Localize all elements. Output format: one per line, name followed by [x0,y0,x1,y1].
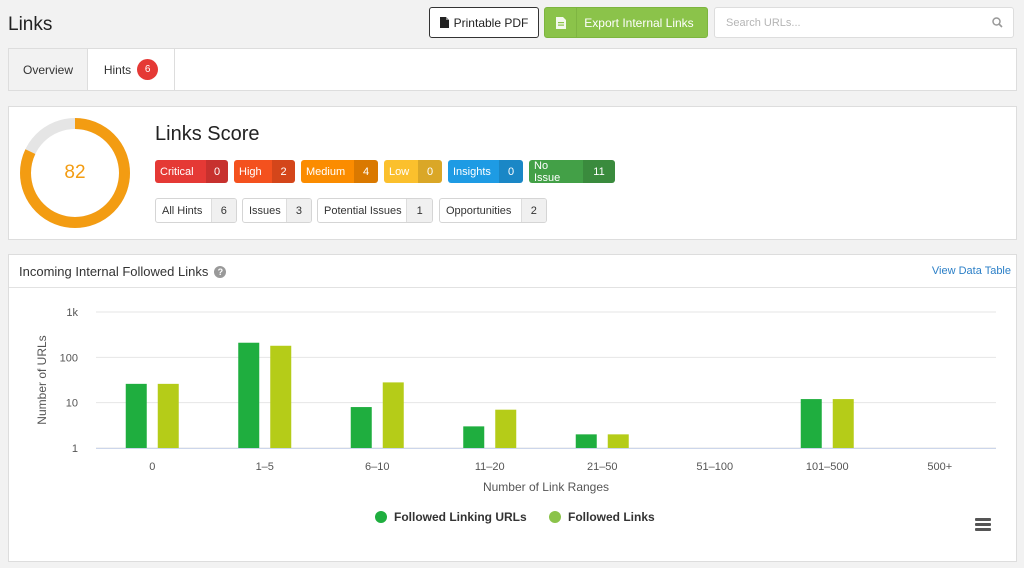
severity-label: High [239,165,262,178]
y-tick-label: 10 [66,398,78,410]
page-title: Links [8,14,53,35]
severity-count: 2 [272,160,295,183]
x-tick-label: 6–10 [365,461,389,473]
chart-bar [382,382,404,448]
chart-menu-icon[interactable] [975,518,991,531]
chart-bar [832,399,854,448]
y-tick-label: 100 [60,352,78,364]
hints-count-badge: 6 [137,59,159,80]
potential-issues-filter[interactable]: Potential Issues 1 [317,198,433,223]
severity-label: Critical [160,165,194,178]
x-tick-label: 11–20 [475,461,505,473]
search-input[interactable] [715,8,985,37]
severity-low-badge[interactable]: Low 0 [384,160,442,183]
severity-count: 11 [583,160,615,183]
chart-bar [800,399,822,448]
all-hints-filter[interactable]: All Hints 6 [155,198,237,223]
tab-hints[interactable]: Hints 6 [88,49,175,90]
x-tick-label: 0 [149,461,155,473]
links-bar-chart: 1 10 100 1k 0 1–5 6–10 11–20 21–50 51–100 101–500 5… [35,307,996,524]
hint-type-count: 2 [520,199,546,222]
incoming-links-chart-card: Incoming Internal Followed Links ? View … [8,254,1017,562]
chart-bar [607,434,629,448]
links-score-card: 82 Links Score Critical 0 High 2 Medium … [8,106,1017,240]
severity-high-badge[interactable]: High 2 [234,160,295,183]
chart-bar [238,342,260,448]
export-internal-links-button[interactable]: Export Internal Links [544,7,708,38]
chart-bar [125,383,147,448]
hint-type-label: All Hints [162,204,203,217]
y-tick-label: 1k [66,307,78,319]
help-icon[interactable]: ? [214,265,227,278]
chart-bar [575,434,597,448]
x-tick-label: 21–50 [587,461,618,473]
legend-label: Followed Linking URLs [394,510,527,524]
hint-type-count: 3 [285,199,311,222]
hint-type-count: 6 [210,199,236,222]
severity-no-issue-badge[interactable]: No Issue 11 [529,160,615,183]
chart-bar [350,407,372,448]
chart-title: Incoming Internal Followed Links ? [19,264,227,279]
severity-critical-badge[interactable]: Critical 0 [155,160,228,183]
chart-bar [463,426,485,448]
severity-count: 0 [206,160,228,183]
y-axis-title: Number of URLs [35,335,49,424]
x-tick-label: 1–5 [256,461,274,473]
severity-count: 4 [354,160,378,183]
score-value: 82 [64,162,86,183]
file-icon [439,17,449,28]
score-title: Links Score [155,123,260,145]
chart-header: Incoming Internal Followed Links ? View … [9,255,1016,288]
y-tick-label: 1 [72,443,78,455]
tab-overview[interactable]: Overview [9,49,88,90]
opportunities-filter[interactable]: Opportunities 2 [439,198,547,223]
severity-count: 0 [499,160,523,183]
tab-overview-label: Overview [22,62,73,77]
tab-bar: Overview Hints 6 [8,48,1017,91]
search-icon[interactable] [992,17,1003,28]
hint-type-count: 1 [406,199,432,222]
chart-bar [157,383,179,448]
legend-marker [549,511,561,523]
severity-medium-badge[interactable]: Medium 4 [301,160,378,183]
severity-label: Low [389,165,410,178]
export-internal-links-label: Export Internal Links [584,15,694,30]
spreadsheet-icon [555,16,566,29]
legend-marker [375,511,387,523]
x-tick-label: 51–100 [696,461,733,473]
x-axis-title: Number of Link Ranges [483,480,609,494]
x-tick-label: 500+ [927,461,952,473]
view-data-table-link[interactable]: View Data Table [932,265,1011,277]
issues-filter[interactable]: Issues 3 [242,198,312,223]
severity-insights-badge[interactable]: Insights 0 [448,160,523,183]
severity-label: Medium [306,165,346,178]
tab-hints-label: Hints [103,62,132,77]
x-tick-label: 101–500 [806,461,849,473]
hint-type-label: Potential Issues [324,204,402,217]
printable-pdf-label: Printable PDF [453,15,529,30]
legend-label: Followed Links [568,510,655,524]
chart-bar [270,345,292,448]
severity-label: Insights [453,165,491,178]
severity-count: 0 [418,160,442,183]
hint-type-label: Issues [249,204,281,217]
printable-pdf-button[interactable]: Printable PDF [429,7,539,38]
hint-type-label: Opportunities [446,204,512,217]
severity-label: No Issue [534,160,561,183]
chart-title-text: Incoming Internal Followed Links [19,264,209,279]
chart-bar [495,409,517,448]
search-box [714,7,1014,38]
